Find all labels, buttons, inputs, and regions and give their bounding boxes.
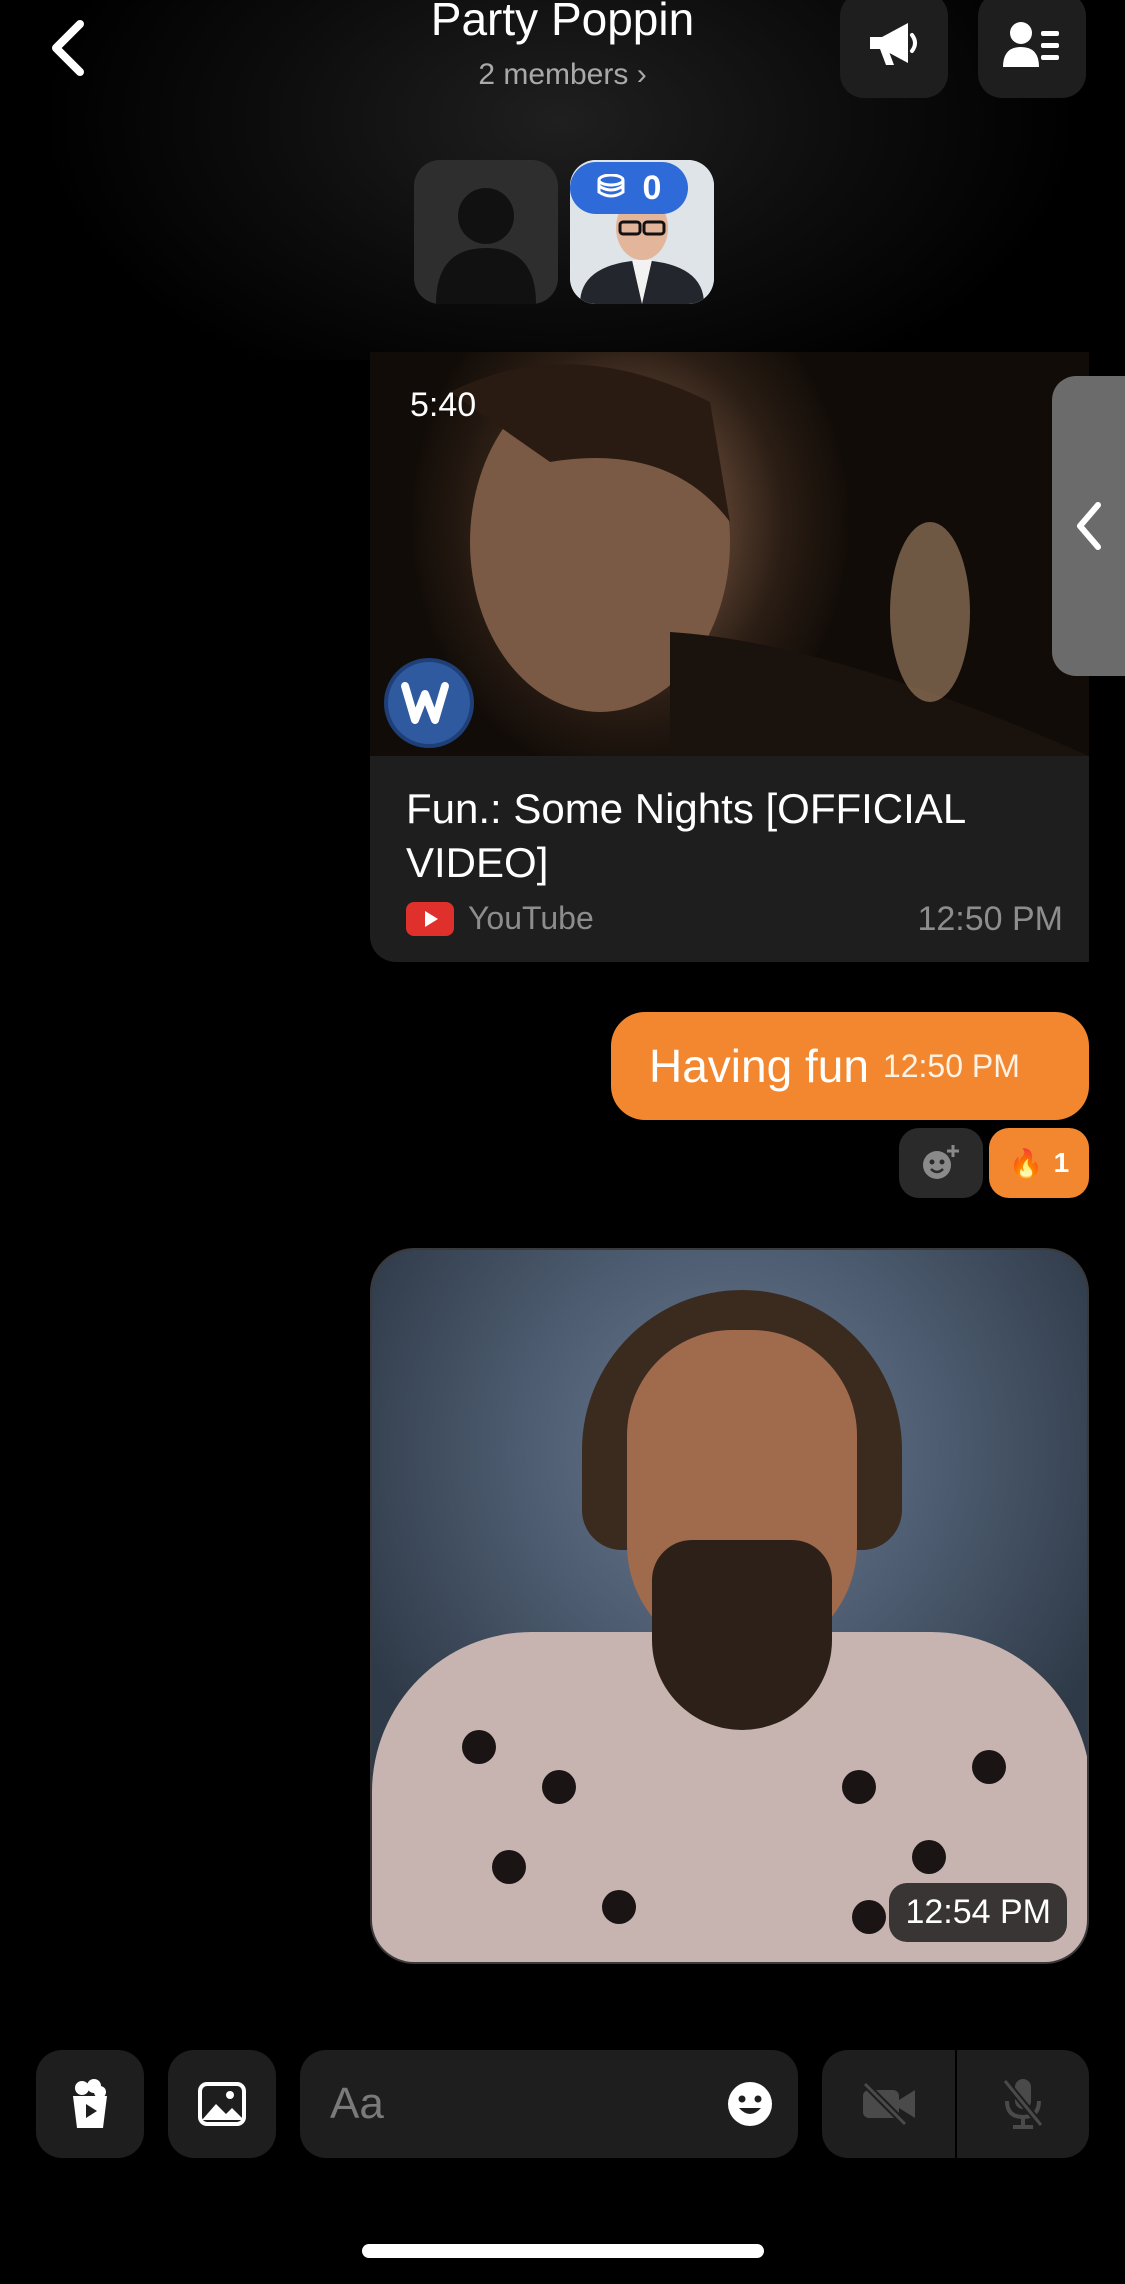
add-emoji-icon <box>923 1145 959 1179</box>
camera-toggle-button[interactable] <box>822 2050 955 2158</box>
photo-pattern-dot <box>542 1770 576 1804</box>
message-text: Having fun <box>649 1040 869 1092</box>
photo-pattern-dot <box>492 1850 526 1884</box>
photo-pattern-dot <box>972 1750 1006 1784</box>
video-off-icon <box>862 2082 915 2126</box>
header-background <box>0 0 1125 360</box>
video-duration: 5:40 <box>410 386 477 424</box>
fire-icon: 🔥 <box>1008 1147 1044 1179</box>
person-silhouette-icon <box>436 188 536 304</box>
mic-toggle-button[interactable] <box>956 2050 1089 2158</box>
megaphone-icon <box>870 23 917 65</box>
message-timestamp: 12:50 PM <box>917 900 1063 938</box>
video-source: YouTube <box>406 900 594 937</box>
side-drawer-toggle[interactable] <box>1052 376 1125 676</box>
mic-off-icon <box>1001 2078 1044 2129</box>
video-thumbnail-image <box>450 364 1089 756</box>
video-source-label: YouTube <box>468 900 594 936</box>
popcorn-icon <box>73 2079 107 2128</box>
photo-beard <box>652 1540 832 1730</box>
video-thumbnail[interactable]: 5:40 <box>370 352 1089 756</box>
fire-reaction[interactable]: 🔥 1 <box>989 1128 1089 1198</box>
photo-pattern-dot <box>852 1900 886 1934</box>
photo-message[interactable]: 12:54 PM <box>370 1248 1089 1964</box>
video-title: Fun.: Some Nights [OFFICIAL VIDEO] <box>406 785 965 886</box>
reaction-count: 1 <box>1053 1147 1070 1178</box>
page-title: Party Poppin <box>430 0 695 45</box>
add-reaction-button[interactable] <box>899 1128 983 1198</box>
video-link-message[interactable]: 5:40 Fun.: Some Nights [OFFICIAL VIDEO] … <box>370 352 1089 962</box>
gallery-button[interactable] <box>168 2050 276 2158</box>
coin-count: 0 <box>642 168 662 207</box>
youtube-icon <box>406 901 454 936</box>
member-avatar-placeholder[interactable] <box>414 160 558 304</box>
warner-logo-icon <box>384 658 474 748</box>
image-icon <box>198 2082 246 2126</box>
members-link[interactable]: 2 members › <box>0 58 1125 92</box>
photo-pattern-dot <box>912 1840 946 1874</box>
sent-message-bubble[interactable]: Having fun 12:50 PM <box>611 1012 1089 1120</box>
chevron-left-icon <box>1076 502 1101 550</box>
members-button[interactable] <box>978 0 1086 98</box>
message-input-container[interactable] <box>300 2050 798 2158</box>
message-input[interactable] <box>330 2079 690 2129</box>
coin-stack-icon <box>597 174 625 198</box>
coin-badge: 0 <box>570 162 688 214</box>
home-indicator[interactable] <box>362 2244 764 2258</box>
photo-pattern-dot <box>462 1730 496 1764</box>
photo-pattern-dot <box>842 1770 876 1804</box>
announcement-button[interactable] <box>840 0 948 98</box>
message-timestamp: 12:50 PM <box>882 1047 1020 1084</box>
photo-pattern-dot <box>602 1890 636 1924</box>
watch-party-button[interactable] <box>36 2050 144 2158</box>
media-controls <box>822 2050 1089 2158</box>
user-list-icon <box>1003 22 1059 67</box>
emoji-icon[interactable] <box>726 2080 774 2128</box>
message-timestamp: 12:54 PM <box>889 1883 1067 1942</box>
